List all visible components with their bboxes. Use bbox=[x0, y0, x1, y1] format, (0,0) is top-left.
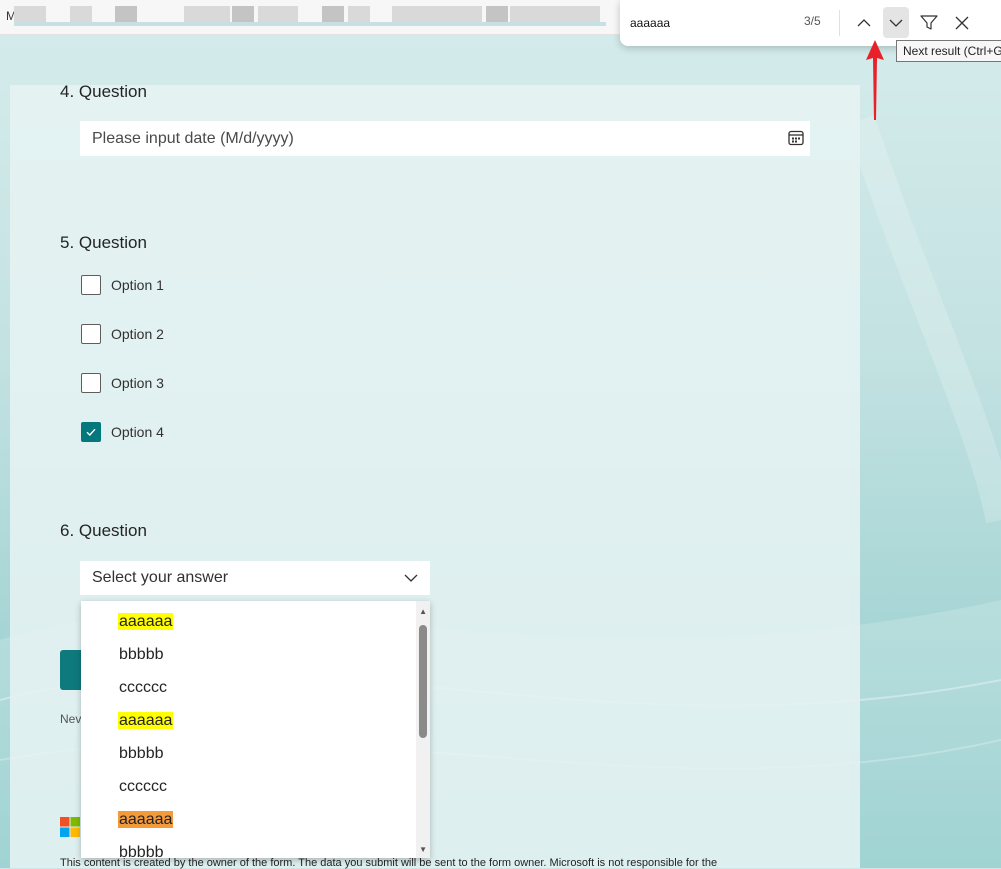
find-result-count: 3/5 bbox=[804, 14, 821, 28]
dropdown-option[interactable]: bbbbb bbox=[118, 742, 165, 766]
answer-select[interactable]: Select your answer bbox=[80, 561, 430, 595]
checkbox[interactable] bbox=[81, 324, 101, 344]
blurred-region bbox=[14, 22, 606, 26]
next-result-button[interactable] bbox=[883, 7, 909, 38]
chevron-up-icon bbox=[857, 18, 871, 26]
blurred-region bbox=[486, 6, 508, 22]
scrollbar-thumb[interactable] bbox=[419, 625, 427, 738]
dropdown-option[interactable]: aaaaaa bbox=[118, 808, 174, 832]
filter-button[interactable] bbox=[916, 7, 942, 38]
checkbox[interactable] bbox=[81, 373, 101, 393]
blurred-region bbox=[70, 6, 92, 22]
blurred-region bbox=[258, 6, 298, 22]
checkbox[interactable] bbox=[81, 275, 101, 295]
blurred-region bbox=[184, 6, 230, 22]
checkmark-icon bbox=[86, 428, 96, 437]
option-text: bbbbb bbox=[119, 844, 164, 858]
option-text-current-match: aaaaaa bbox=[118, 811, 174, 828]
option-label: Option 2 bbox=[111, 326, 164, 342]
question-5-title: 5. Question bbox=[60, 233, 147, 252]
option-text: cccccc bbox=[119, 778, 167, 795]
blurred-region bbox=[392, 6, 482, 22]
close-icon bbox=[955, 16, 969, 29]
divider bbox=[839, 10, 840, 36]
checkbox-option-4[interactable]: Option 4 bbox=[81, 421, 164, 443]
date-input[interactable] bbox=[80, 121, 810, 156]
scroll-up-arrow-icon[interactable]: ▲ bbox=[419, 607, 427, 616]
never-give-password-text: Nev bbox=[60, 712, 82, 726]
dropdown-option[interactable]: aaaaaa bbox=[118, 610, 174, 634]
option-label: Option 4 bbox=[111, 424, 164, 440]
blurred-region bbox=[232, 6, 254, 22]
next-result-tooltip: Next result (Ctrl+G bbox=[896, 40, 1001, 62]
answer-dropdown-list[interactable]: aaaaaa bbbbb cccccc aaaaaa bbbbb cccccc … bbox=[81, 601, 430, 858]
dropdown-option[interactable]: bbbbb bbox=[118, 643, 165, 667]
select-placeholder: Select your answer bbox=[92, 569, 229, 586]
previous-result-button[interactable] bbox=[851, 7, 877, 38]
blurred-region bbox=[322, 6, 344, 22]
calendar-icon[interactable] bbox=[787, 129, 805, 147]
filter-icon bbox=[920, 14, 938, 30]
blurred-region bbox=[14, 6, 46, 22]
dropdown-option[interactable]: bbbbb bbox=[118, 841, 165, 858]
option-text: cccccc bbox=[119, 679, 167, 696]
chevron-down-icon bbox=[404, 574, 418, 582]
find-input[interactable] bbox=[628, 12, 802, 34]
checkbox-option-3[interactable]: Option 3 bbox=[81, 372, 164, 394]
close-find-button[interactable] bbox=[949, 7, 975, 38]
checkbox-option-2[interactable]: Option 2 bbox=[81, 323, 164, 345]
question-6-title: 6. Question bbox=[60, 521, 147, 540]
blurred-region bbox=[115, 6, 137, 22]
dropdown-option[interactable]: cccccc bbox=[118, 676, 168, 700]
option-label: Option 3 bbox=[111, 375, 164, 391]
option-label: Option 1 bbox=[111, 277, 164, 293]
blurred-region bbox=[510, 6, 600, 22]
option-text: aaaaaa bbox=[118, 613, 174, 630]
microsoft-logo bbox=[60, 817, 80, 837]
dropdown-option[interactable]: aaaaaa bbox=[118, 709, 174, 733]
footer-disclaimer: This content is created by the owner of … bbox=[60, 857, 718, 869]
submit-button[interactable] bbox=[60, 650, 82, 690]
checkbox-checked[interactable] bbox=[81, 422, 101, 442]
chevron-down-icon bbox=[889, 19, 903, 27]
option-text: bbbbb bbox=[119, 646, 164, 663]
scroll-down-arrow-icon[interactable]: ▼ bbox=[419, 845, 427, 854]
option-text: bbbbb bbox=[119, 745, 164, 762]
question-4-title: 4. Question bbox=[60, 82, 147, 101]
blurred-region bbox=[348, 6, 370, 22]
annotation-arrow-icon bbox=[866, 40, 884, 120]
option-text: aaaaaa bbox=[118, 712, 174, 729]
dropdown-option[interactable]: cccccc bbox=[118, 775, 168, 799]
checkbox-option-1[interactable]: Option 1 bbox=[81, 274, 164, 296]
